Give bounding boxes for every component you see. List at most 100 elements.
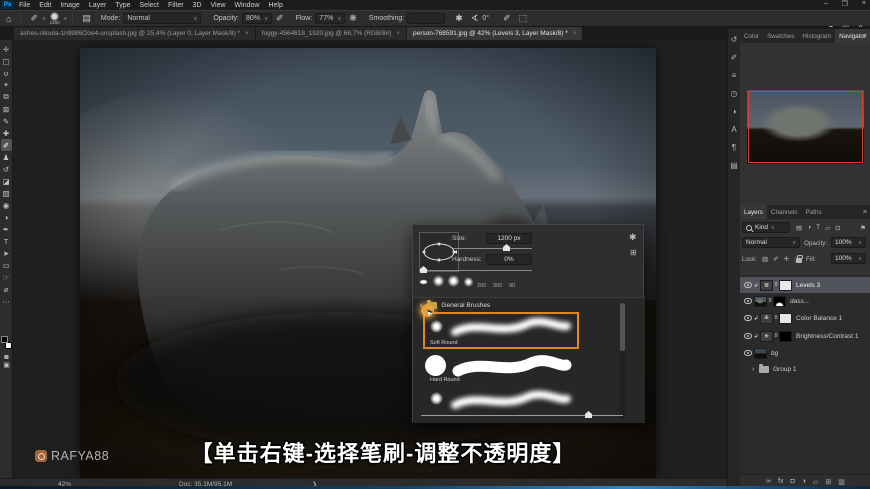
recent-brush-soft[interactable] <box>462 276 475 288</box>
layers-fill-dropdown[interactable]: 100% ∨ <box>831 253 866 264</box>
airbrush-icon[interactable]: ❋ <box>349 13 357 24</box>
opacity-dropdown[interactable]: 80% ∨ <box>242 13 273 24</box>
libraries-panel-icon[interactable]: ▤ <box>730 161 738 170</box>
layer-row-image[interactable]: 8 dass... <box>740 293 870 309</box>
hardness-field[interactable]: 0% <box>486 254 532 265</box>
flow-dropdown[interactable]: 77% ∨ <box>315 13 346 24</box>
panel-tab-histogram[interactable]: Histogram <box>798 29 835 43</box>
eraser-tool-icon[interactable]: ◪ <box>1 175 12 187</box>
close-button[interactable]: × <box>862 0 866 8</box>
lock-position-icon[interactable]: ✛ <box>784 255 789 263</box>
character-panel-icon[interactable]: A <box>731 125 736 134</box>
image-layer-thumbnail[interactable] <box>754 295 767 307</box>
brush-angle-icon[interactable]: ∢ <box>471 13 479 24</box>
layers-tab-channels[interactable]: Channels <box>767 205 802 219</box>
blend-mode-dropdown[interactable]: Normal ∨ <box>123 13 202 24</box>
preview-size-slider[interactable] <box>421 415 623 416</box>
panel-tab-color[interactable]: Color <box>740 29 763 43</box>
background-color-swatch[interactable] <box>5 342 12 349</box>
navigator-view-box[interactable] <box>748 91 863 163</box>
minimize-button[interactable]: – <box>824 0 828 8</box>
layers-tab-layers[interactable]: Layers <box>740 205 767 219</box>
color-swatches[interactable] <box>1 336 12 349</box>
layer-mask-thumbnail[interactable] <box>779 312 792 324</box>
document-tab[interactable]: person-768591.jpg @ 42% (Levels 3, Layer… <box>407 27 584 40</box>
chevron-down-icon[interactable]: ∨ <box>42 16 46 22</box>
add-mask-icon[interactable]: ◘ <box>790 478 794 486</box>
filter-smart-object-icon[interactable]: ⊡ <box>835 224 840 232</box>
document-tab[interactable]: ashes-sitoula-1n9986Ooe4-unsplash.jpg @ … <box>14 27 256 40</box>
levels-adjustment-thumbnail[interactable]: ≣ <box>760 279 773 291</box>
layer-style-icon[interactable]: fx <box>778 478 783 486</box>
chevron-down-icon[interactable]: ∨ <box>64 16 68 22</box>
brightness-contrast-thumbnail[interactable]: ☀ <box>760 330 773 342</box>
layer-row-color-balance[interactable]: ↲ ≜ 8 Color Balance 1 <box>740 310 870 326</box>
menu-help[interactable]: Help <box>268 2 282 9</box>
menu-layer[interactable]: Layer <box>89 2 107 9</box>
smoothing-gear-icon[interactable]: ✱ <box>455 13 463 24</box>
visibility-eye-icon[interactable] <box>744 282 752 288</box>
layer-row-bg[interactable]: bg <box>740 345 870 361</box>
new-adjustment-layer-icon[interactable]: ◑ <box>802 478 806 486</box>
filter-type-icon[interactable]: T <box>816 224 820 232</box>
visibility-eye-icon[interactable] <box>744 298 752 304</box>
paragraph-panel-icon[interactable]: ¶ <box>732 143 736 152</box>
menu-filter[interactable]: Filter <box>168 2 184 9</box>
layer-mask-thumbnail[interactable] <box>779 330 792 342</box>
scrollbar-thumb[interactable] <box>620 303 625 351</box>
adjustments-panel-icon[interactable]: ◑ <box>732 107 737 116</box>
filter-shape-icon[interactable]: ▱ <box>825 224 830 232</box>
filter-image-icon[interactable]: ▤ <box>796 224 802 232</box>
delete-layer-icon[interactable]: ▥ <box>838 478 845 486</box>
layer-row-brightness[interactable]: ↲ ☀ 8 Brightness/Contrast 1 <box>740 328 870 344</box>
panel-menu-icon[interactable]: ≡ <box>863 33 867 40</box>
hand-tool-icon[interactable]: ☞ <box>1 271 12 283</box>
size-field[interactable]: 1200 px <box>486 233 532 244</box>
history-brush-tool-icon[interactable]: ↺ <box>1 163 12 175</box>
lock-transparency-icon[interactable]: ▨ <box>762 255 768 263</box>
layer-row-levels[interactable]: ↲ ≣ 8 Levels 3 <box>740 277 870 293</box>
layer-row-group[interactable]: › Group 1 <box>740 361 870 377</box>
filter-pin-icon[interactable]: ⚑ <box>860 224 866 232</box>
new-layer-icon[interactable]: ⊞ <box>825 478 831 486</box>
layer-mask-thumbnail[interactable] <box>779 279 792 291</box>
screen-mode-icon[interactable]: ▣ <box>1 361 12 369</box>
hardness-slider[interactable] <box>419 270 532 271</box>
bg-layer-thumbnail[interactable] <box>754 347 767 359</box>
layers-blend-mode-dropdown[interactable]: Normal ∨ <box>742 237 800 248</box>
brush-tool-icon[interactable]: ✐ <box>0 139 12 151</box>
properties-panel-icon[interactable]: ≡ <box>732 71 737 80</box>
menu-file[interactable]: File <box>19 2 30 9</box>
eyedropper-tool-icon[interactable]: ✎ <box>1 115 12 127</box>
history-panel-icon[interactable]: ↺ <box>731 35 738 44</box>
move-tool-icon[interactable]: ✛ <box>1 43 12 55</box>
size-slider-thumb[interactable] <box>503 244 510 251</box>
color-balance-thumbnail[interactable]: ≜ <box>760 312 773 324</box>
menu-3d[interactable]: 3D <box>193 2 202 9</box>
frame-tool-icon[interactable]: ⊠ <box>1 103 12 115</box>
recent-brush-soft[interactable] <box>447 275 460 287</box>
menu-edit[interactable]: Edit <box>39 2 51 9</box>
path-selection-tool-icon[interactable]: ➤ <box>1 247 12 259</box>
layer-mask-thumbnail[interactable] <box>773 295 786 307</box>
link-layers-icon[interactable]: ∞ <box>766 478 771 486</box>
crop-tool-icon[interactable]: ⧉ <box>1 91 12 103</box>
smoothing-field[interactable] <box>407 13 446 24</box>
clock-panel-icon[interactable]: ◷ <box>731 89 738 98</box>
visibility-eye-icon[interactable] <box>744 350 752 356</box>
quick-selection-tool-icon[interactable]: ⌖ <box>1 79 12 91</box>
size-slider[interactable] <box>453 248 532 249</box>
marquee-tool-icon[interactable]: ▢ <box>1 55 12 67</box>
brush-tool-preset-icon[interactable]: ✐ <box>30 13 38 24</box>
popup-gear-icon[interactable]: ✱ <box>629 232 637 243</box>
new-brush-icon[interactable]: ⊞ <box>630 248 637 257</box>
lasso-tool-icon[interactable]: ʊ <box>1 67 12 79</box>
symmetry-icon[interactable]: ⬚ <box>519 13 528 24</box>
shape-tool-icon[interactable]: ▭ <box>1 259 12 271</box>
layers-opacity-dropdown[interactable]: 100% ∨ <box>831 237 866 248</box>
close-tab-icon[interactable]: × <box>396 31 400 37</box>
clone-stamp-tool-icon[interactable]: ♟ <box>1 151 12 163</box>
toggle-brush-panel-icon[interactable]: ▤ <box>82 13 91 24</box>
lock-paint-icon[interactable]: ✐ <box>773 255 778 263</box>
menu-image[interactable]: Image <box>60 2 79 9</box>
